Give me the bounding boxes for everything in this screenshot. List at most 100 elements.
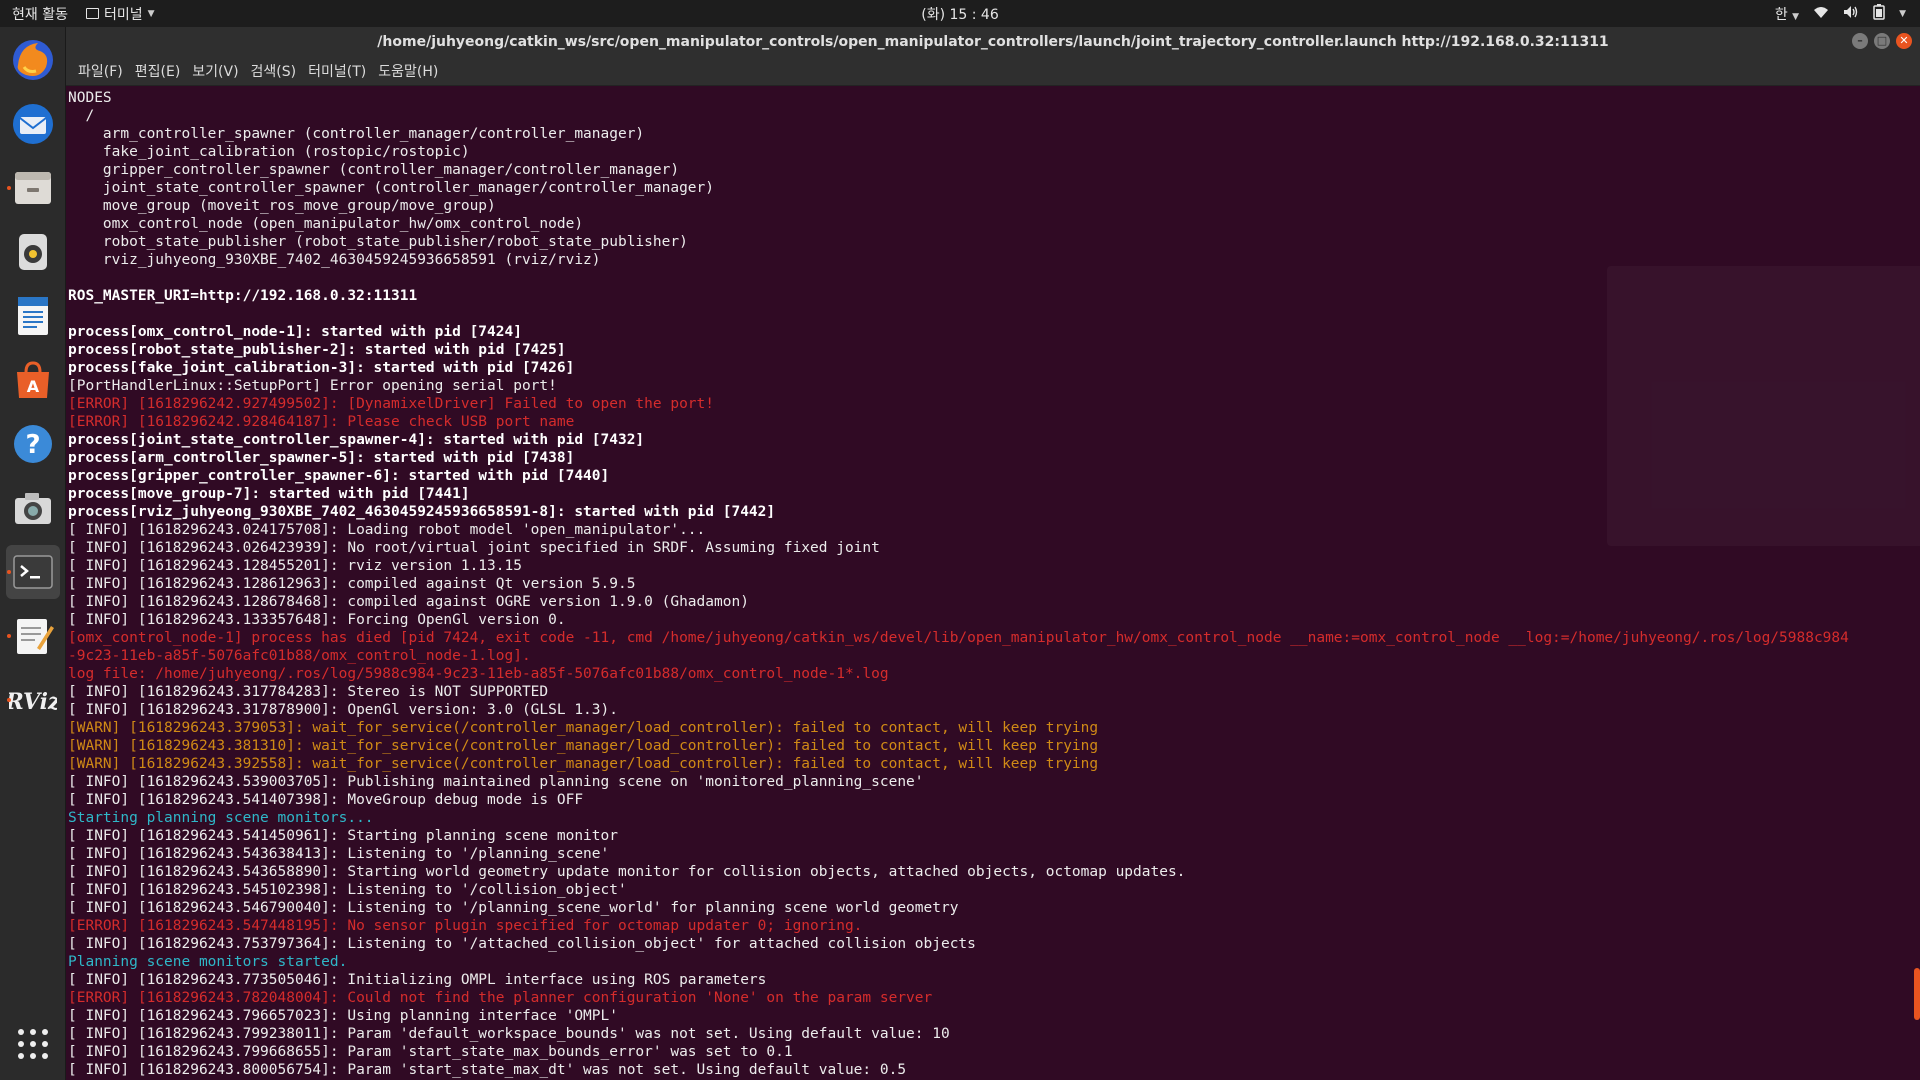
terminal-line: arm_controller_spawner (controller_manag…	[68, 126, 645, 142]
terminal-line: [ INFO] [1618296243.539003705]: Publishi…	[68, 774, 924, 790]
terminal-line: joint_state_controller_spawner (controll…	[68, 180, 715, 196]
terminal-line: [ INFO] [1618296243.543638413]: Listenin…	[68, 846, 610, 862]
terminal-line: [ERROR] [1618296243.782048004]: Could no…	[68, 990, 933, 1006]
terminal-line: [ INFO] [1618296243.753797364]: Listenin…	[68, 936, 976, 952]
rhythmbox-icon	[19, 234, 47, 270]
terminal-line: gripper_controller_spawner (controller_m…	[68, 162, 680, 178]
terminal-output[interactable]: NODES / arm_controller_spawner (controll…	[66, 86, 1920, 1080]
files-icon	[15, 172, 51, 204]
terminal-line: robot_state_publisher (robot_state_publi…	[68, 234, 688, 250]
input-method-indicator[interactable]: 한 ▼	[1775, 4, 1799, 24]
terminal-line: [WARN] [1618296243.381310]: wait_for_ser…	[68, 738, 1099, 754]
dock-firefox[interactable]	[6, 33, 60, 87]
running-indicator	[7, 698, 11, 702]
dock-text-editor[interactable]	[6, 609, 60, 663]
system-top-bar: 현재 활동 터미널 ▼ (화) 15 : 46 한 ▼ ▼	[0, 0, 1920, 27]
clock[interactable]: (화) 15 : 46	[921, 7, 999, 23]
close-button[interactable]: ✕	[1896, 33, 1912, 49]
terminal-line: [ INFO] [1618296243.773505046]: Initiali…	[68, 972, 767, 988]
scrollbar-thumb[interactable]	[1914, 968, 1920, 1020]
terminal-line: [ INFO] [1618296243.128455201]: rviz ver…	[68, 558, 522, 574]
dock-terminal[interactable]	[6, 545, 60, 599]
terminal-line: [ INFO] [1618296243.128612963]: compiled…	[68, 576, 636, 592]
running-indicator	[7, 570, 11, 574]
terminal-line: Starting planning scene monitors...	[68, 810, 374, 826]
terminal-line: [WARN] [1618296243.392558]: wait_for_ser…	[68, 756, 1099, 772]
minimize-button[interactable]: –	[1852, 33, 1868, 49]
terminal-line: NODES	[68, 90, 112, 106]
rviz-icon: RViz	[9, 689, 57, 715]
menu-file[interactable]: 파일(F)	[72, 61, 129, 81]
terminal-line: Planning scene monitors started.	[68, 954, 348, 970]
terminal-line: /	[68, 108, 95, 124]
terminal-line: [ INFO] [1618296243.317878900]: OpenGl v…	[68, 702, 618, 718]
app-menu-label: 터미널	[103, 6, 143, 23]
menu-edit[interactable]: 편집(E)	[129, 61, 187, 81]
power-menu-chevron-icon[interactable]: ▼	[1899, 9, 1906, 19]
terminal-line: [ INFO] [1618296243.541450961]: Starting…	[68, 828, 618, 844]
terminal-line: move_group (moveit_ros_move_group/move_g…	[68, 198, 496, 214]
battery-icon[interactable]	[1873, 3, 1885, 24]
window-title: /home/juhyeong/catkin_ws/src/open_manipu…	[377, 33, 1609, 50]
menu-bar: 파일(F) 편집(E) 보기(V) 검색(S) 터미널(T) 도움말(H)	[66, 56, 1920, 86]
terminal-line: [WARN] [1618296243.379053]: wait_for_ser…	[68, 720, 1099, 736]
window-titlebar[interactable]: /home/juhyeong/catkin_ws/src/open_manipu…	[66, 27, 1920, 56]
terminal-line: [ INFO] [1618296243.799668655]: Param 's…	[68, 1044, 793, 1060]
terminal-line: -9c23-11eb-a85f-5076afc01b88/omx_control…	[68, 648, 531, 664]
svg-text:RViz: RViz	[9, 689, 57, 715]
chevron-down-icon: ▼	[147, 8, 155, 19]
software-center-icon: A	[17, 361, 49, 398]
firefox-icon	[13, 40, 53, 80]
dock-files[interactable]	[6, 161, 60, 215]
terminal-line: [ INFO] [1618296243.796657023]: Using pl…	[68, 1008, 618, 1024]
terminal-line: [ INFO] [1618296243.545102398]: Listenin…	[68, 882, 627, 898]
dock-help[interactable]: ?	[6, 417, 60, 471]
writer-icon	[18, 297, 48, 335]
dock-software[interactable]: A	[6, 353, 60, 407]
terminal-line: log file: /home/juhyeong/.ros/log/5988c9…	[68, 666, 889, 682]
terminal-line: [ INFO] [1618296243.133357648]: Forcing …	[68, 612, 566, 628]
dock: A ? RViz	[0, 27, 66, 1080]
background-window-reflection	[1607, 266, 1920, 546]
terminal-line: [ INFO] [1618296243.317784283]: Stereo i…	[68, 684, 549, 700]
show-applications-button[interactable]	[6, 1017, 60, 1071]
help-icon: ?	[14, 425, 52, 463]
terminal-line: [ INFO] [1618296243.799238011]: Param 'd…	[68, 1026, 950, 1042]
terminal-line: omx_control_node (open_manipulator_hw/om…	[68, 216, 584, 232]
menu-view[interactable]: 보기(V)	[186, 61, 244, 81]
maximize-button[interactable]: □	[1874, 33, 1890, 49]
dock-camera[interactable]	[6, 481, 60, 535]
menu-terminal[interactable]: 터미널(T)	[302, 61, 372, 81]
dock-thunderbird[interactable]	[6, 97, 60, 151]
chevron-down-icon: ▼	[1792, 11, 1800, 22]
thunderbird-icon	[13, 104, 53, 144]
svg-text:A: A	[27, 377, 40, 396]
terminal-line: [ERROR] [1618296243.547448195]: No senso…	[68, 918, 863, 934]
app-menu[interactable]: 터미널 ▼	[85, 4, 155, 24]
terminal-line: [ INFO] [1618296243.541407398]: MoveGrou…	[68, 792, 584, 808]
app-grid-icon	[18, 1029, 48, 1059]
terminal-icon	[13, 555, 53, 589]
terminal-line: [ INFO] [1618296243.800056754]: Param 's…	[68, 1062, 907, 1078]
running-indicator	[7, 186, 11, 190]
terminal-line: [ INFO] [1618296243.546790040]: Listenin…	[68, 900, 959, 916]
terminal-line: fake_joint_calibration (rostopic/rostopi…	[68, 144, 470, 160]
activities-button[interactable]: 현재 활동	[0, 4, 80, 24]
svg-text:?: ?	[25, 430, 40, 460]
dock-rviz[interactable]: RViz	[6, 673, 60, 727]
dock-writer[interactable]	[6, 289, 60, 343]
terminal-window: /home/juhyeong/catkin_ws/src/open_manipu…	[66, 27, 1920, 1080]
running-indicator	[7, 634, 11, 638]
menu-search[interactable]: 검색(S)	[245, 61, 303, 81]
terminal-line: [omx_control_node-1] process has died [p…	[68, 630, 1849, 646]
terminal-line: [ INFO] [1618296243.543658890]: Starting…	[68, 864, 1186, 880]
system-tray[interactable]: 한 ▼ ▼	[1775, 0, 1906, 27]
camera-icon	[15, 493, 51, 524]
terminal-line: [ INFO] [1618296243.128678468]: compiled…	[68, 594, 749, 610]
dock-rhythmbox[interactable]	[6, 225, 60, 279]
menu-help[interactable]: 도움말(H)	[372, 61, 444, 81]
text-editor-icon	[17, 619, 54, 654]
volume-icon[interactable]	[1843, 5, 1859, 23]
wifi-icon[interactable]	[1813, 5, 1829, 23]
terminal-app-icon	[85, 8, 99, 19]
